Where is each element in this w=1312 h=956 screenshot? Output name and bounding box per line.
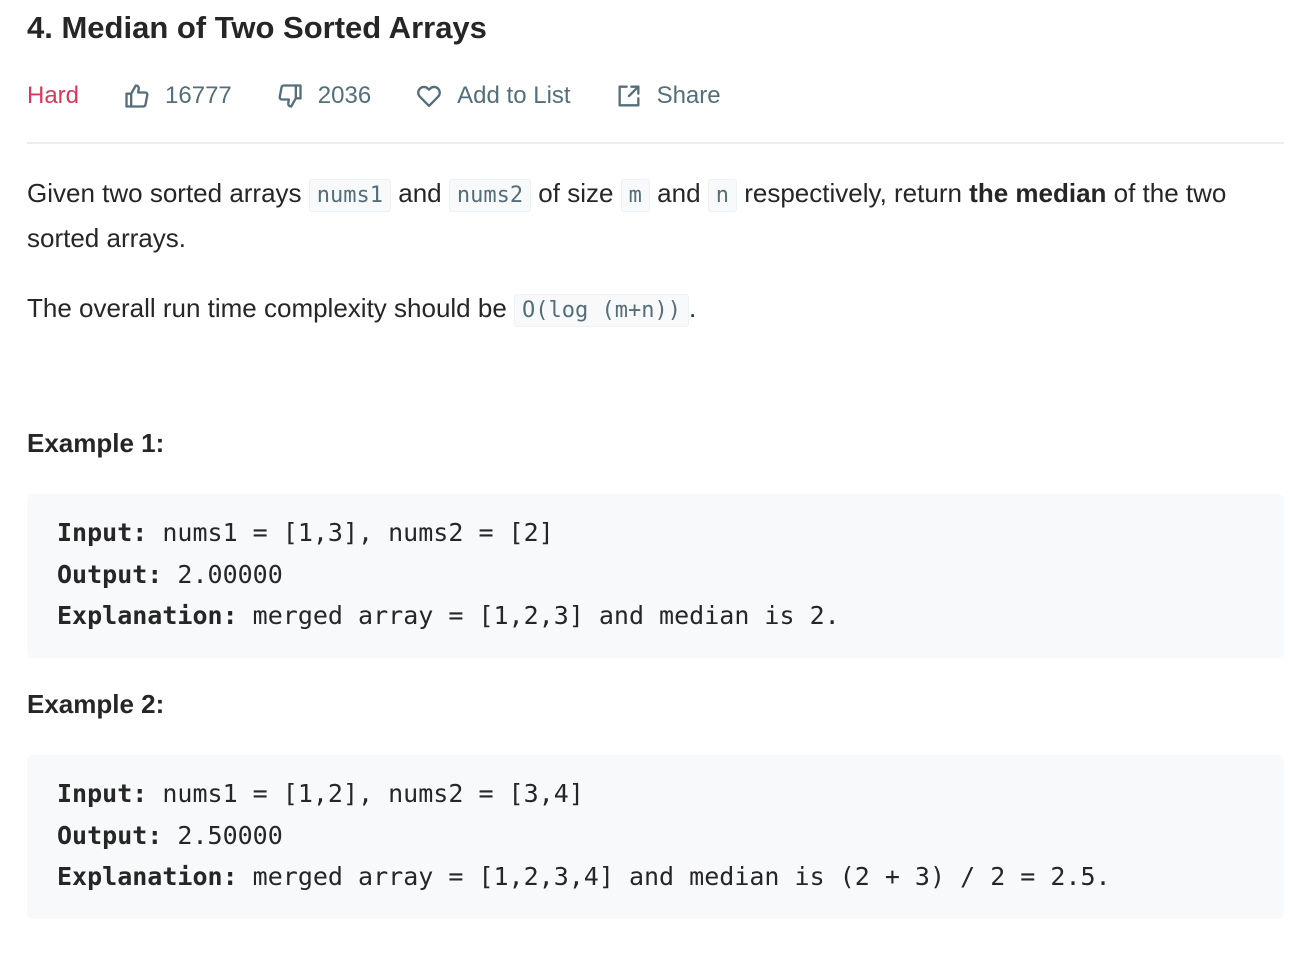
output-value: 2.50000 (162, 820, 283, 850)
share-icon (618, 85, 640, 107)
output-label: Output: (57, 820, 163, 850)
output-value: 2.00000 (162, 559, 283, 589)
example-2-block: Input: nums1 = [1,2], nums2 = [3,4] Outp… (27, 755, 1284, 919)
description-text: . (688, 293, 697, 323)
example-output-line: Output: 2.50000 (57, 815, 1254, 857)
description-text: and (649, 178, 708, 208)
explanation-label: Explanation: (57, 862, 238, 891)
description-paragraph: Given two sorted arrays nums1 and nums2 … (27, 172, 1284, 259)
share-label: Share (656, 82, 721, 109)
problem-description: Given two sorted arrays nums1 and nums2 … (27, 172, 1284, 332)
example-input-line: Input: nums1 = [1,3], nums2 = [2] (57, 512, 1254, 554)
input-value: nums1 = [1,3], nums2 = [2] (147, 518, 554, 547)
difficulty-badge: Hard (27, 82, 80, 109)
inline-code-m: m (620, 179, 650, 212)
like-button[interactable]: 16777 (123, 82, 232, 110)
add-to-list-label: Add to List (457, 82, 571, 109)
explanation-value: merged array = [1,2,3,4] and median is (… (237, 862, 1111, 891)
example-2-heading: Example 2: (27, 689, 165, 719)
example-1-heading: Example 1: (27, 428, 165, 458)
input-value: nums1 = [1,2], nums2 = [3,4] (147, 779, 584, 808)
dislike-count: 2036 (317, 82, 372, 109)
description-text: The overall run time complexity should b… (27, 293, 515, 323)
header-divider (27, 142, 1284, 144)
example-input-line: Input: nums1 = [1,2], nums2 = [3,4] (57, 773, 1254, 815)
inline-code-nums1: nums1 (308, 179, 392, 212)
dislike-button[interactable]: 2036 (276, 82, 371, 110)
input-label: Input: (57, 779, 148, 808)
description-text: and (391, 178, 449, 208)
thumbs-up-icon (125, 84, 149, 108)
inline-code-n: n (707, 179, 737, 212)
emphasis-text: the median (969, 178, 1107, 208)
example-explanation-line: Explanation: merged array = [1,2,3,4] an… (57, 856, 1254, 898)
complexity-paragraph: The overall run time complexity should b… (27, 287, 1284, 332)
heart-icon (417, 85, 442, 108)
thumbs-down-icon (278, 84, 302, 108)
add-to-list-button[interactable]: Add to List (415, 82, 571, 110)
problem-meta-bar: Hard 16777 2036 Add to List Share (27, 78, 765, 114)
explanation-value: merged array = [1,2,3] and median is 2. (237, 601, 840, 630)
output-label: Output: (57, 559, 163, 589)
like-count: 16777 (165, 82, 232, 109)
description-text: of size (531, 178, 621, 208)
example-1-block: Input: nums1 = [1,3], nums2 = [2] Output… (27, 494, 1284, 658)
input-label: Input: (57, 518, 148, 547)
share-button[interactable]: Share (615, 82, 721, 110)
description-text: Given two sorted arrays (27, 178, 309, 208)
example-explanation-line: Explanation: merged array = [1,2,3] and … (57, 595, 1254, 637)
inline-code-complexity: O(log (m+n)) (514, 294, 689, 327)
explanation-label: Explanation: (57, 601, 238, 630)
description-text: respectively, return (737, 178, 970, 208)
example-output-line: Output: 2.00000 (57, 554, 1254, 596)
problem-title: 4. Median of Two Sorted Arrays (27, 10, 487, 45)
inline-code-nums2: nums2 (448, 179, 532, 212)
